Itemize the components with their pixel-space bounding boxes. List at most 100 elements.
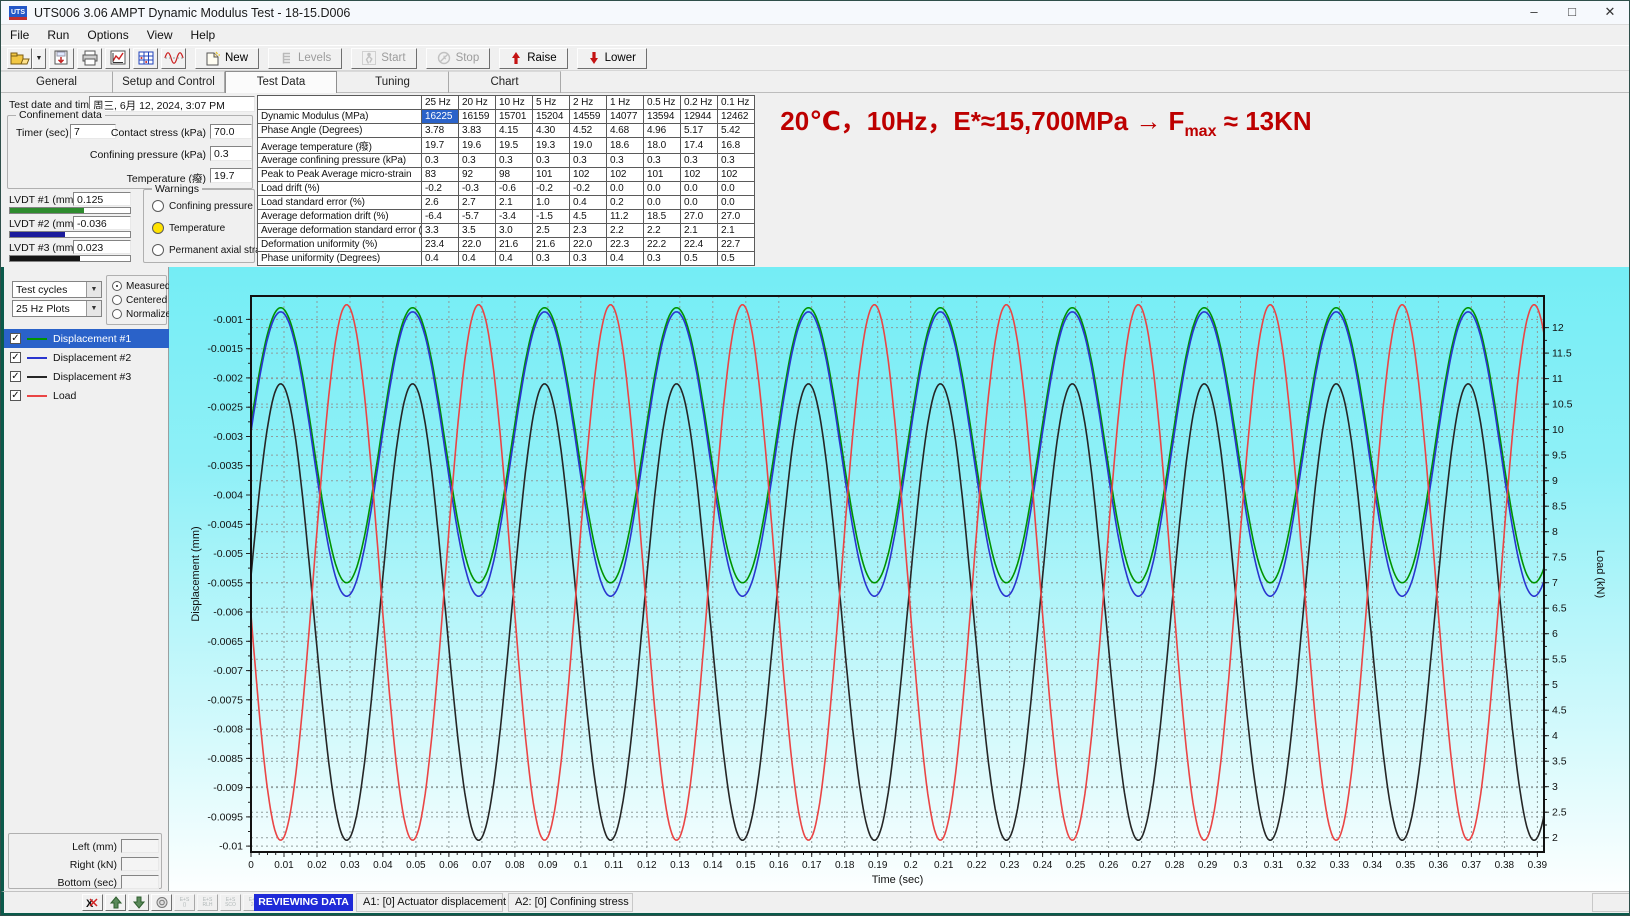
table-cell[interactable]: 0.0 [718,182,755,196]
table-cell[interactable]: 0.0 [681,182,718,196]
ems-bulb-button[interactable]: E+S() [174,894,195,911]
open-button[interactable] [7,48,32,69]
table-cell[interactable]: 0.5 [681,252,718,266]
table-cell[interactable]: 16159 [459,110,496,124]
table-cell[interactable]: 22.4 [681,238,718,252]
close-button[interactable]: ✕ [1591,1,1629,25]
table-cell[interactable]: 0.5 [718,252,755,266]
table-cell[interactable]: 22.0 [570,238,607,252]
series-checkbox[interactable]: ✓ [10,352,21,363]
table-cell[interactable]: 15204 [533,110,570,124]
save-button[interactable] [49,48,74,69]
table-cell[interactable]: 0.4 [607,252,644,266]
conf-field-value[interactable]: 19.7 [210,168,252,183]
series-row-3[interactable]: ✓ Displacement #3 [4,367,169,386]
table-cell[interactable]: 4.68 [607,124,644,138]
table-col-header[interactable]: 0.2 Hz [681,96,718,110]
table-col-header[interactable]: 25 Hz [422,96,459,110]
table-cell[interactable]: 0.3 [422,154,459,168]
table-cell[interactable]: 23.4 [422,238,459,252]
table-cell[interactable]: 5.42 [718,124,755,138]
table-cell[interactable]: 13594 [644,110,681,124]
table-cell[interactable]: 0.3 [607,154,644,168]
tab-tuning[interactable]: Tuning [337,71,449,93]
raise-button[interactable]: Raise [499,48,567,69]
chevron-down-icon[interactable]: ▼ [86,282,101,297]
table-cell[interactable]: 0.3 [718,154,755,168]
table-cell[interactable]: 2.2 [644,224,681,238]
table-cell[interactable]: 101 [533,168,570,182]
table-cell[interactable]: 3.78 [422,124,459,138]
table-cell[interactable]: 0.3 [644,154,681,168]
table-cell[interactable]: 19.7 [422,138,459,154]
table-cell[interactable]: -6.4 [422,210,459,224]
table-cell[interactable]: 27.0 [718,210,755,224]
axis-field-value[interactable] [121,875,159,889]
table-cell[interactable]: 17.4 [681,138,718,154]
stop-button[interactable]: Stop [426,48,491,69]
minimize-button[interactable]: – [1515,1,1553,25]
table-cell[interactable]: -0.6 [496,182,533,196]
menu-run[interactable]: Run [38,25,78,45]
table-cell[interactable]: 2.1 [496,196,533,210]
table-cell[interactable]: 4.5 [570,210,607,224]
table-cell[interactable]: 19.6 [459,138,496,154]
table-cell[interactable]: 0.3 [644,252,681,266]
table-cell[interactable]: 102 [570,168,607,182]
axis-field-value[interactable] [121,857,159,871]
table-col-header[interactable]: 0.1 Hz [718,96,755,110]
conf-field-value[interactable]: 70.0 [210,124,252,139]
arrow-down-button[interactable] [128,894,149,911]
table-cell[interactable]: 0.4 [570,196,607,210]
table-cell[interactable]: 21.6 [496,238,533,252]
table-cell[interactable]: 83 [422,168,459,182]
table-cell[interactable]: 0.0 [644,196,681,210]
table-cell[interactable]: 12462 [718,110,755,124]
table-cell[interactable]: 0.3 [533,154,570,168]
table-cell[interactable]: 0.0 [644,182,681,196]
start-button[interactable]: Start [351,48,416,69]
table-cell[interactable]: 16.8 [718,138,755,154]
table-cell[interactable]: -0.2 [422,182,459,196]
table-cell[interactable]: 15701 [496,110,533,124]
table-cell[interactable]: 2.3 [570,224,607,238]
table-cell[interactable]: 2.7 [459,196,496,210]
table-cell[interactable]: 0.0 [681,196,718,210]
menu-view[interactable]: View [138,25,182,45]
table-cell[interactable]: 0.3 [570,252,607,266]
table-col-header[interactable]: 10 Hz [496,96,533,110]
data-table-button[interactable] [133,48,158,69]
cycle-select[interactable]: Test cycles ▼ [12,281,102,298]
table-cell[interactable]: 92 [459,168,496,182]
table-cell[interactable]: 22.0 [459,238,496,252]
maximize-button[interactable]: □ [1553,1,1591,25]
series-row-4[interactable]: ✓ Load [4,386,169,405]
table-cell[interactable]: 0.3 [496,154,533,168]
table-cell[interactable]: 2.5 [533,224,570,238]
table-cell[interactable]: 0.3 [459,154,496,168]
ems-rlh-button[interactable]: E+SRLH [197,894,218,911]
table-cell[interactable]: 14077 [607,110,644,124]
levels-button[interactable]: Levels [268,48,342,69]
table-cell[interactable]: 3.83 [459,124,496,138]
series-row-1[interactable]: ✓ Displacement #1 [4,329,169,348]
delete-point-button[interactable]: X [82,894,103,911]
menu-help[interactable]: Help [182,25,225,45]
mode-radio-centered[interactable] [112,295,122,305]
table-cell[interactable]: 5.17 [681,124,718,138]
table-cell[interactable]: -3.4 [496,210,533,224]
table-cell[interactable]: 16225 [422,110,459,124]
table-cell[interactable]: 102 [607,168,644,182]
levels-chart-button[interactable] [105,48,130,69]
series-row-2[interactable]: ✓ Displacement #2 [4,348,169,367]
menu-options[interactable]: Options [78,25,137,45]
table-cell[interactable]: 0.0 [718,196,755,210]
test-date-field[interactable]: 周三, 6月 12, 2024, 3:07 PM [89,96,255,112]
table-cell[interactable]: 18.6 [607,138,644,154]
table-cell[interactable]: 11.2 [607,210,644,224]
print-button[interactable] [77,48,102,69]
table-cell[interactable]: 12944 [681,110,718,124]
table-cell[interactable]: 1.0 [533,196,570,210]
series-checkbox[interactable]: ✓ [10,390,21,401]
table-cell[interactable]: 0.3 [570,154,607,168]
